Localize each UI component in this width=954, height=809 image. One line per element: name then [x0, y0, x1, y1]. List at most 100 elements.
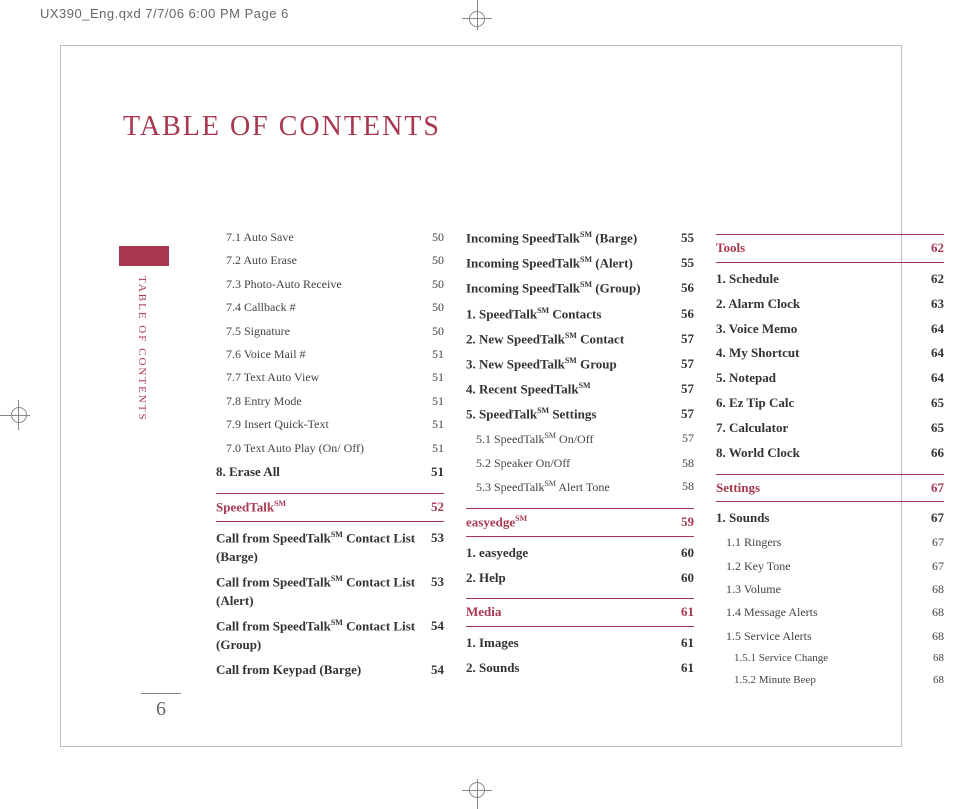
toc-label: 1. Sounds: [716, 509, 921, 528]
toc-row: 3. New SpeedTalkSM Group57: [466, 352, 694, 377]
toc-page: 51: [432, 416, 444, 433]
toc-label: 1.1 Ringers: [726, 534, 922, 551]
toc-page: 64: [931, 344, 944, 363]
toc-page: 57: [682, 430, 694, 448]
toc-page: 53: [431, 529, 444, 567]
toc-label: 1.4 Message Alerts: [726, 604, 922, 621]
toc-label: 7.8 Entry Mode: [226, 393, 422, 410]
toc-page: 55: [681, 229, 694, 248]
toc-row: 7. Calculator 65: [716, 416, 944, 441]
toc-label: 7.6 Voice Mail #: [226, 346, 422, 363]
toc-page: 54: [431, 661, 444, 680]
toc-label: 7.7 Text Auto View: [226, 369, 422, 386]
toc-page: 56: [681, 305, 694, 324]
section-head-tools: Tools62: [716, 234, 944, 263]
toc-label: 4. Recent SpeedTalkSM: [466, 380, 671, 399]
toc-row: Call from SpeedTalkSM Contact List (Grou…: [216, 614, 444, 658]
toc-label: 5. SpeedTalkSM Settings: [466, 405, 671, 424]
section-head-easyedge: easyedgeSM59: [466, 508, 694, 537]
toc-label: 1.2 Key Tone: [726, 558, 922, 575]
toc-label: 7.4 Callback #: [226, 299, 422, 316]
toc-row: Incoming SpeedTalkSM (Group)56: [466, 276, 694, 301]
toc-label: 1. easyedge: [466, 544, 671, 563]
toc-label: 7.9 Insert Quick-Text: [226, 416, 422, 433]
toc-page: 50: [432, 252, 444, 269]
toc-columns: 7.1 Auto Save 50 7.2 Auto Erase 50 7.3 Photo…: [216, 226, 946, 692]
toc-page: 51: [432, 369, 444, 386]
toc-page: 57: [681, 355, 694, 374]
toc-label: 3. Voice Memo: [716, 320, 921, 339]
toc-page: 51: [431, 463, 444, 482]
toc-label: 2. Sounds: [466, 659, 671, 678]
toc-page: 51: [432, 393, 444, 410]
toc-page: 67: [932, 534, 944, 551]
toc-page: 67: [932, 558, 944, 575]
toc-label: 1. Images: [466, 634, 671, 653]
toc-row: 1.5.1 Service Change68: [716, 648, 944, 670]
toc-page: 64: [931, 369, 944, 388]
toc-row: 5. SpeedTalkSM Settings 57: [466, 402, 694, 427]
toc-row: 1.5 Service Alerts 68: [716, 625, 944, 648]
toc-label: Call from SpeedTalkSM Contact List (Barg…: [216, 529, 421, 567]
toc-row: 4. Recent SpeedTalkSM 57: [466, 377, 694, 402]
toc-row: 3. Voice Memo 64: [716, 317, 944, 342]
toc-label: 4. My Shortcut: [716, 344, 921, 363]
toc-page: 57: [681, 380, 694, 399]
toc-page: 54: [431, 617, 444, 655]
toc-row: 1. Schedule62: [716, 267, 944, 292]
toc-row: 1. SpeedTalkSM Contacts56: [466, 302, 694, 327]
toc-page: 61: [681, 634, 694, 653]
toc-page: 57: [681, 405, 694, 424]
toc-label: 7. Calculator: [716, 419, 921, 438]
toc-page: 50: [432, 323, 444, 340]
toc-row: Incoming SpeedTalkSM (Alert) 55: [466, 251, 694, 276]
side-label: TABLE OF CONTENTS: [136, 276, 148, 422]
toc-row: 1.4 Message Alerts68: [716, 601, 944, 624]
toc-row: 2. Help60: [466, 566, 694, 591]
toc-page: 50: [432, 229, 444, 246]
toc-row: 7.6 Voice Mail # 51: [216, 343, 444, 366]
toc-label: Call from SpeedTalkSM Contact List (Grou…: [216, 617, 421, 655]
toc-label: 7.5 Signature: [226, 323, 422, 340]
toc-row: 7.8 Entry Mode 51: [216, 390, 444, 413]
toc-page: 57: [681, 330, 694, 349]
toc-page: 61: [681, 659, 694, 678]
toc-label: Incoming SpeedTalkSM (Barge): [466, 229, 671, 248]
toc-row: 7.2 Auto Erase 50: [216, 249, 444, 272]
section-head-settings: Settings67: [716, 474, 944, 503]
toc-row: 5. Notepad 64: [716, 366, 944, 391]
toc-row: 1. easyedge60: [466, 541, 694, 566]
side-tab: [119, 246, 169, 266]
toc-label: 5. Notepad: [716, 369, 921, 388]
toc-label: 7.1 Auto Save: [226, 229, 422, 246]
toc-label: 7.3 Photo-Auto Receive: [226, 276, 422, 293]
toc-page: 68: [932, 628, 944, 645]
toc-label: 7.2 Auto Erase: [226, 252, 422, 269]
crop-header: UX390_Eng.qxd 7/7/06 6:00 PM Page 6: [40, 6, 289, 21]
toc-row: 8. World Clock66: [716, 441, 944, 466]
page-title: TABLE OF CONTENTS: [123, 111, 441, 143]
toc-row: 5.2 Speaker On/Off58: [466, 452, 694, 475]
toc-label: Incoming SpeedTalkSM (Alert): [466, 254, 671, 273]
crop-mark-bottom: [462, 779, 492, 809]
toc-label: 5.3 SpeedTalkSM Alert Tone: [476, 478, 672, 496]
toc-row: Call from Keypad (Barge)54: [216, 658, 444, 683]
toc-page: 64: [931, 320, 944, 339]
toc-page: 68: [932, 581, 944, 598]
toc-row: 2. Sounds 61: [466, 656, 694, 681]
toc-column-1: 7.1 Auto Save 50 7.2 Auto Erase 50 7.3 Photo…: [216, 226, 444, 692]
toc-page: 68: [933, 673, 944, 689]
toc-label: 1.5 Service Alerts: [726, 628, 922, 645]
toc-page: 51: [432, 346, 444, 363]
toc-row: 2. New SpeedTalkSM Contact57: [466, 327, 694, 352]
toc-row: 7.4 Callback #50: [216, 296, 444, 319]
toc-label: 1.5.1 Service Change: [734, 651, 923, 667]
toc-label: 1. Schedule: [716, 270, 921, 289]
toc-page: 66: [931, 444, 944, 463]
toc-row: 2. Alarm Clock63: [716, 292, 944, 317]
page-frame: TABLE OF CONTENTS TABLE OF CONTENTS 7.1 …: [60, 45, 902, 747]
toc-page: 65: [931, 419, 944, 438]
toc-row: 7.0 Text Auto Play (On/ Off)51: [216, 437, 444, 460]
toc-page: 55: [681, 254, 694, 273]
toc-row: 1. Images 61: [466, 631, 694, 656]
